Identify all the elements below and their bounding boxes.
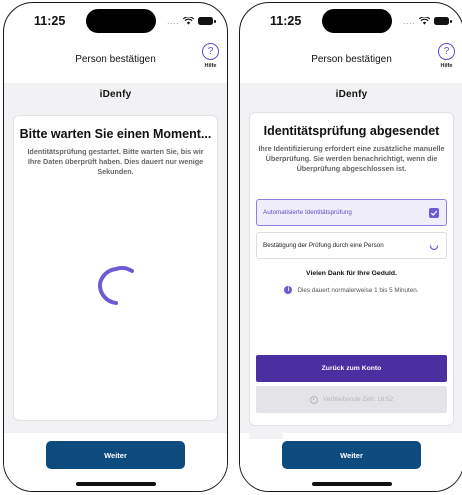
help-icon[interactable]: ?: [202, 43, 219, 60]
loading-spinner-icon: [429, 241, 439, 253]
dynamic-island: [322, 9, 392, 33]
home-indicator: [76, 482, 156, 486]
option-manual-check: Bestätigung der Prüfung durch eine Perso…: [256, 232, 447, 259]
checkbox-checked-icon: [429, 208, 439, 218]
help-button[interactable]: ? Hilfe: [438, 43, 455, 69]
status-time: 11:25: [270, 14, 302, 28]
idenfy-logo: iDenfy: [99, 89, 132, 100]
battery-icon: [198, 17, 216, 25]
help-icon[interactable]: ?: [438, 43, 455, 60]
clock-icon: [309, 395, 318, 404]
help-label: Hilfe: [204, 63, 217, 69]
info-note: i Dies dauert normalerweise 1 bis 5 Minu…: [250, 286, 453, 294]
info-icon: i: [284, 286, 293, 294]
wifi-icon: [419, 17, 430, 25]
option-label: Automatisierte Identitätsprüfung: [263, 209, 352, 216]
loading-spinner-icon: [94, 264, 138, 313]
status-bar: 11:25 ....: [240, 3, 462, 43]
wifi-icon: [183, 17, 194, 25]
card-title: Identitätsprüfung abgesendet: [263, 124, 440, 138]
thanks-text: Vielen Dank für Ihre Geduld.: [306, 270, 397, 277]
status-bar: 11:25 ....: [4, 3, 227, 43]
card-title: Bitte warten Sie einen Moment...: [19, 127, 212, 141]
phone-screen-submitted: 11:25 .... Person bestätigen ? Hilfe iDe…: [239, 2, 462, 492]
home-indicator: [312, 482, 392, 486]
status-icons: ....: [166, 16, 216, 26]
info-text: Dies dauert normalerweise 1 bis 5 Minute…: [297, 286, 419, 294]
nav-title: Person bestätigen: [311, 54, 392, 65]
submitted-card: Identitätsprüfung abgesendet Ihre Identi…: [249, 112, 454, 426]
dynamic-island: [86, 9, 156, 33]
card-description: Identitätsprüfung gestartet. Bitte warte…: [27, 147, 204, 176]
remaining-time-button: Verbleibende Zeit: 18:52: [256, 386, 447, 413]
option-label: Bestätigung der Prüfung durch eine Perso…: [263, 242, 384, 249]
nav-title: Person bestätigen: [75, 54, 156, 65]
weiter-button[interactable]: Weiter: [282, 441, 421, 469]
status-icons: ....: [402, 16, 452, 26]
weiter-button[interactable]: Weiter: [46, 441, 185, 469]
phone-screen-waiting: 11:25 .... Person bestätigen ? Hilfe iDe…: [3, 2, 228, 492]
idenfy-logo: iDenfy: [335, 89, 368, 100]
option-automated-check: Automatisierte Identitätsprüfung: [256, 199, 447, 226]
signal-icon: ....: [166, 16, 179, 26]
help-button[interactable]: ? Hilfe: [202, 43, 219, 69]
card-edge: [249, 433, 283, 439]
back-to-account-button[interactable]: Zurück zum Konto: [256, 355, 447, 382]
remaining-time-label: Verbleibende Zeit: 18:52: [322, 396, 394, 403]
battery-icon: [434, 17, 452, 25]
help-label: Hilfe: [440, 63, 453, 69]
waiting-card: Bitte warten Sie einen Moment... Identit…: [13, 115, 218, 421]
card-description: Ihre Identifizierung erfordert eine zusä…: [258, 144, 445, 173]
signal-icon: ....: [402, 16, 415, 26]
status-time: 11:25: [34, 14, 66, 28]
